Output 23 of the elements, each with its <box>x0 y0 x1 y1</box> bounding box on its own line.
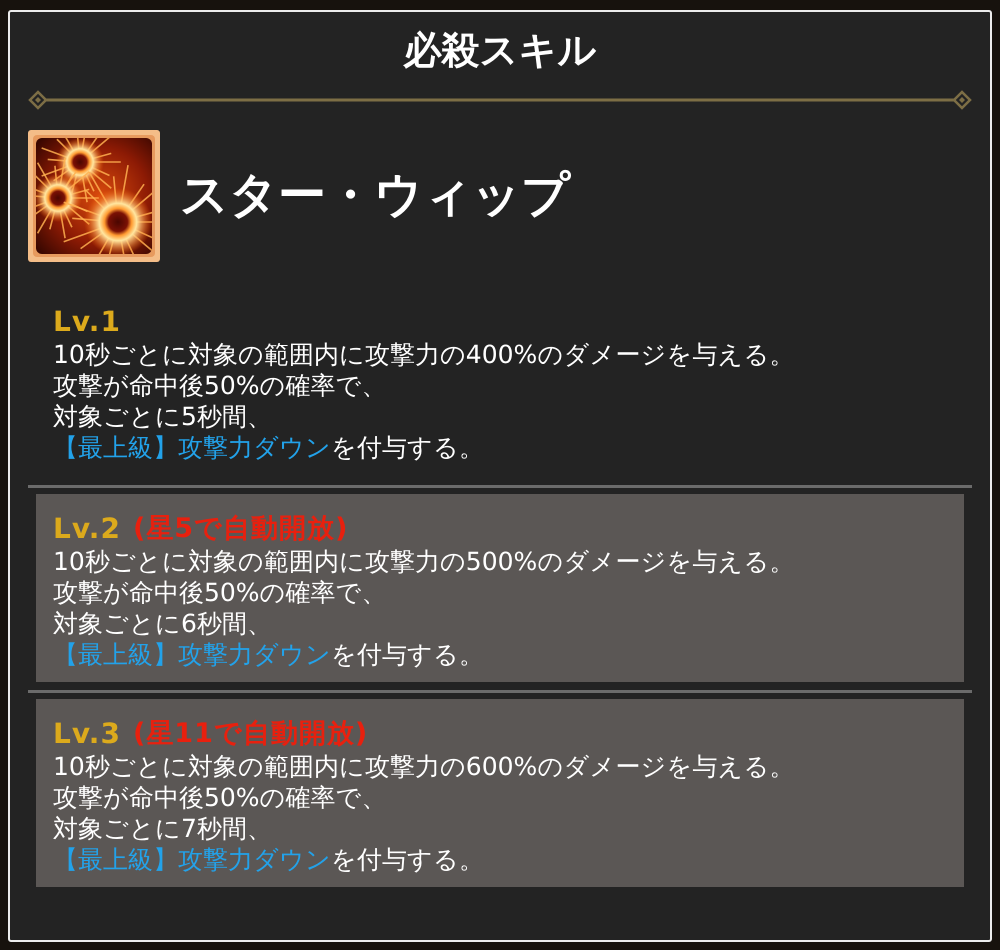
unlock-condition: (星11で自動開放) <box>132 717 368 751</box>
level-label: Lv.1 <box>53 305 121 339</box>
description-line: 攻撃が命中後50%の確率で、 <box>53 371 387 400</box>
level-label: Lv.2 <box>53 512 121 546</box>
description-line: 【最上級】攻撃力ダウン を付与する。 <box>53 845 484 874</box>
description-line: 攻撃が命中後50%の確率で、 <box>53 783 387 812</box>
level-label: Lv.3 <box>53 717 121 751</box>
description-line: 【最上級】攻撃力ダウン を付与する。 <box>53 433 484 462</box>
effect-keyword-link[interactable]: 【最上級】攻撃力ダウン <box>53 433 331 462</box>
effect-keyword-link[interactable]: 【最上級】攻撃力ダウン <box>53 845 331 874</box>
unlock-condition: (星5で自動開放) <box>132 512 348 546</box>
panel-title: 必殺スキル <box>404 28 596 73</box>
starburst-icon <box>28 130 160 262</box>
description-line: 10秒ごとに対象の範囲内に攻撃力の600%のダメージを与える。 <box>53 752 794 781</box>
skill-name: スター・ウィップ <box>180 167 570 225</box>
description-line: 10秒ごとに対象の範囲内に攻撃力の500%のダメージを与える。 <box>53 547 794 576</box>
description-line: 対象ごとに6秒間、 <box>53 609 272 638</box>
description-line: 対象ごとに7秒間、 <box>53 814 272 843</box>
description-line: 【最上級】攻撃力ダウン を付与する。 <box>53 640 484 669</box>
description-line: 攻撃が命中後50%の確率で、 <box>53 578 387 607</box>
description-line: 対象ごとに5秒間、 <box>53 402 272 431</box>
effect-keyword-link[interactable]: 【最上級】攻撃力ダウン <box>53 640 331 669</box>
description-line: 10秒ごとに対象の範囲内に攻撃力の400%のダメージを与える。 <box>53 340 794 369</box>
